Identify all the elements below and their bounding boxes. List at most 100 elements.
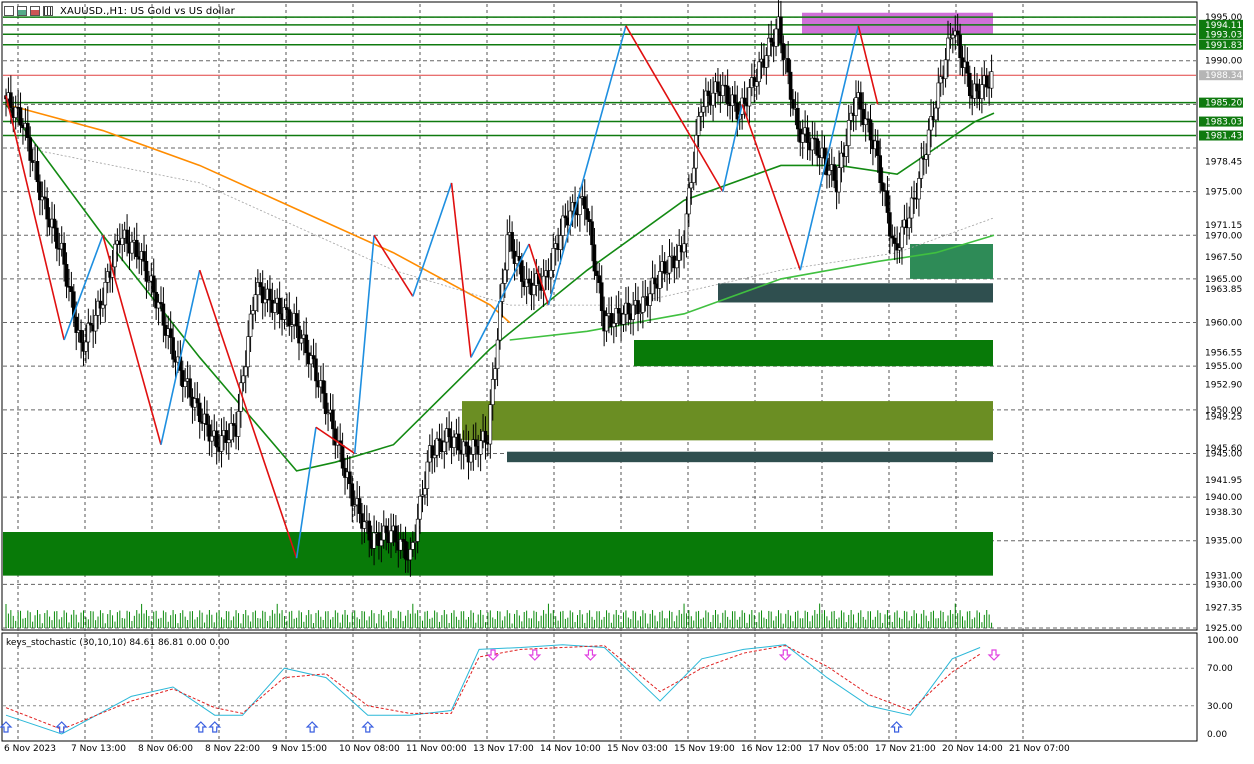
candle-body — [662, 261, 667, 274]
candle-body — [103, 282, 108, 306]
candle-body — [754, 81, 759, 87]
candle-body — [389, 530, 393, 543]
candle-body — [294, 313, 299, 327]
price-axis-label: 1930.00 — [1205, 580, 1242, 590]
candle-body — [907, 217, 912, 229]
candle-body — [781, 43, 786, 61]
candle-body — [151, 275, 156, 293]
candle-body — [505, 234, 510, 271]
bars-down-icon[interactable] — [30, 6, 40, 16]
candle-body — [62, 242, 66, 265]
price-axis-label: 1938.30 — [1205, 508, 1242, 518]
candle-body — [210, 435, 214, 442]
price-axis-label: 1925.00 — [1205, 624, 1242, 634]
candle-body — [229, 423, 234, 441]
candle-body — [967, 72, 972, 97]
candle-body — [694, 135, 698, 169]
candle-body — [917, 178, 921, 200]
candle-body — [134, 239, 139, 257]
price-axis-label: 1970.00 — [1205, 231, 1242, 241]
candle-body — [880, 182, 885, 191]
candle-body — [592, 244, 597, 272]
price-level-tag-label: 1981.43 — [1205, 132, 1242, 142]
candle-body — [490, 379, 495, 405]
candle-body — [604, 315, 609, 332]
candle-body — [815, 138, 820, 156]
candle-body — [372, 532, 376, 549]
time-axis-label: 15 Nov 03:00 — [607, 744, 668, 754]
candle-body — [549, 270, 553, 278]
candle-body — [362, 521, 367, 529]
candle-body — [699, 111, 703, 117]
candle-body — [447, 428, 451, 438]
candle-body — [527, 278, 531, 284]
stoch-axis-label: 70.00 — [1207, 664, 1233, 674]
price-axis-label: 1941.95 — [1205, 476, 1242, 486]
candle-body — [161, 303, 166, 326]
time-axis-label: 8 Nov 22:00 — [205, 744, 260, 754]
candle-body — [612, 322, 616, 328]
candle-body — [287, 309, 292, 327]
candle-body — [631, 304, 635, 320]
candle-body — [120, 237, 125, 245]
bars-up-icon[interactable] — [17, 6, 27, 16]
price-axis-label: 1956.55 — [1205, 349, 1242, 359]
candle-body — [113, 243, 117, 268]
chart-root[interactable]: 6 Nov 2023 7 Nov 13:00 8 Nov 06:00 8 Nov 22… — [0, 0, 1254, 760]
candle-body — [653, 277, 657, 285]
candle-body — [435, 438, 439, 456]
candle-body — [720, 84, 725, 96]
candle-body — [411, 542, 415, 550]
candle-body — [285, 307, 289, 310]
candle-body — [452, 436, 456, 448]
candle-body — [769, 37, 774, 43]
candle-body — [236, 411, 241, 437]
zone-demand — [462, 401, 993, 441]
candle-body — [626, 302, 631, 315]
chart-title: XAUUSD.,H1: US Gold vs US dollar — [60, 5, 235, 17]
candle-body — [183, 380, 187, 387]
candle-body — [442, 441, 447, 453]
price-axis-label: 1967.50 — [1205, 253, 1242, 263]
candle-body — [757, 61, 761, 83]
candle-body — [226, 439, 231, 443]
candle-body — [418, 495, 422, 520]
candle-body — [837, 167, 841, 193]
candle-body — [958, 34, 962, 59]
candle-body — [9, 92, 13, 109]
candles-icon[interactable] — [4, 6, 14, 16]
candle-body — [590, 221, 594, 246]
candle-body — [79, 329, 83, 343]
candle-body — [498, 301, 502, 341]
indicator-title: keys_stochastic (30,10,10) 84.61 86.81 0… — [6, 638, 230, 648]
candle-body — [69, 286, 74, 292]
candle-body — [519, 260, 524, 282]
candle-body — [701, 106, 706, 113]
candle-body — [13, 106, 18, 118]
candle-body — [733, 94, 737, 104]
candle-body — [682, 243, 686, 253]
candle-body — [587, 219, 592, 222]
price-axis-label: 1960.00 — [1205, 319, 1242, 329]
candle-body — [483, 430, 488, 443]
bars-icon[interactable] — [43, 6, 53, 16]
candle-body — [125, 229, 129, 244]
candle-body — [272, 302, 277, 313]
candle-body — [241, 375, 246, 384]
candle-body — [28, 137, 33, 161]
candle-body — [35, 161, 40, 183]
candle-body — [415, 518, 420, 542]
time-axis-label: 16 Nov 12:00 — [741, 744, 802, 754]
candle-body — [197, 402, 202, 423]
candle-body — [473, 439, 478, 447]
candle-body — [464, 441, 468, 447]
candle-body — [674, 259, 679, 269]
candle-body — [64, 264, 69, 287]
candle-body — [888, 212, 892, 237]
candle-body — [791, 99, 795, 109]
candle-body — [314, 358, 318, 382]
candle-body — [251, 310, 255, 315]
candle-body — [854, 97, 858, 116]
price-level-tag-label: 1993.03 — [1205, 30, 1242, 40]
candle-body — [321, 380, 326, 394]
